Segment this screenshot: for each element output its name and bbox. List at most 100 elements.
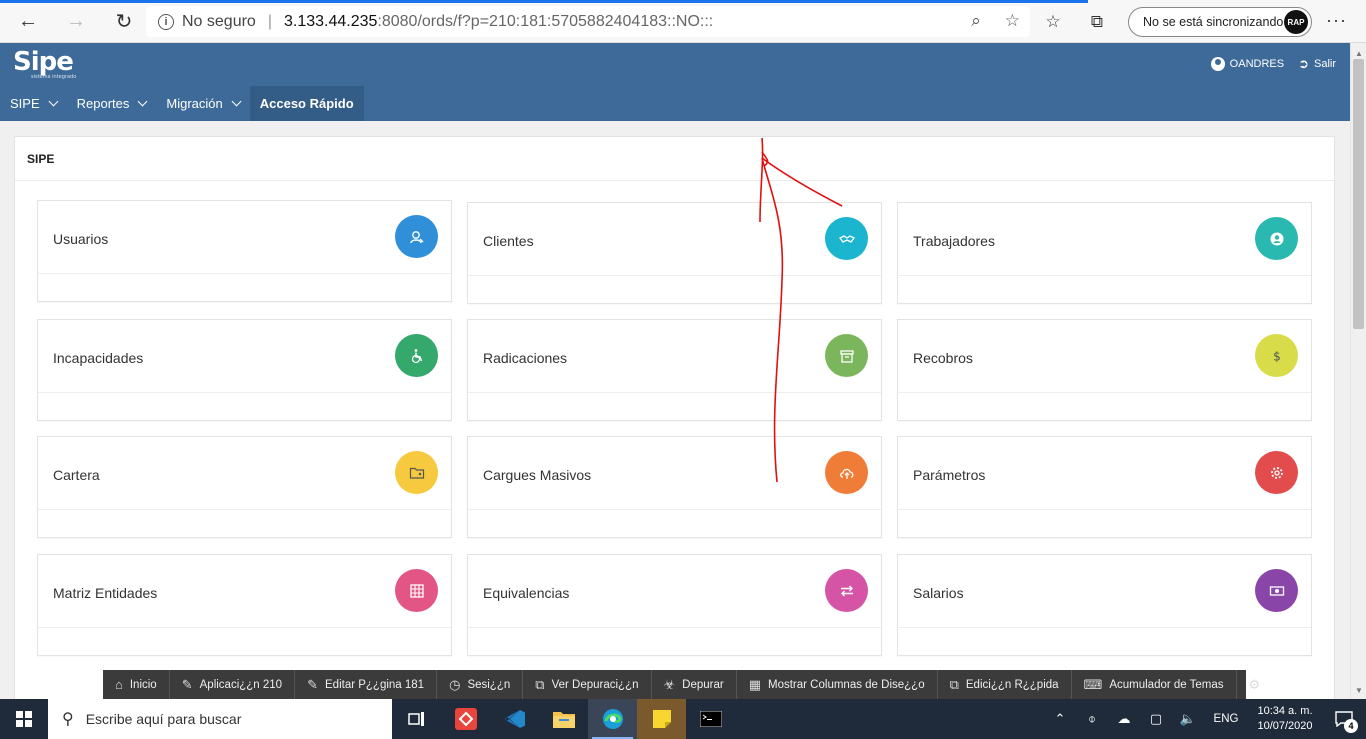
card-label: Clientes	[483, 233, 534, 249]
developer-toolbar: ⌂ Inicio ✎ Aplicaci¿¿n 210 ✎ Editar P¿¿gina 1…	[103, 670, 1260, 699]
dev-edit-button[interactable]: ✎ Aplicaci¿¿n 210	[170, 670, 296, 699]
dev-home-button[interactable]: ⌂ Inicio	[103, 670, 170, 699]
card-label: Parámetros	[913, 467, 986, 483]
security-label: No seguro	[182, 12, 256, 30]
card-footer	[898, 509, 1311, 510]
cloud-upload-icon	[825, 451, 868, 494]
dev-debug-view-button[interactable]: ⧉ Ver Depuraci¿¿n	[523, 670, 652, 699]
zoom-icon[interactable]: ⌕	[971, 11, 981, 31]
forward-icon[interactable]: →	[59, 4, 93, 38]
language-indicator[interactable]: ENG	[1204, 713, 1248, 725]
menu-migracion[interactable]: Migración	[156, 86, 249, 121]
svg-text:$: $	[1273, 349, 1281, 363]
home-icon: ⌂	[115, 677, 123, 692]
card-salarios[interactable]: Salarios	[897, 554, 1312, 656]
card-incapacidades[interactable]: Incapacidades	[37, 319, 452, 421]
notification-center-icon[interactable]: 4	[1322, 699, 1366, 739]
dev-paint-roller-button[interactable]: ⌨ Acumulador de Temas	[1072, 670, 1237, 699]
app-header: Sipe sistema integrado OANDRES ➲ Salir S…	[0, 43, 1350, 121]
scroll-down-icon[interactable]: ▼	[1355, 686, 1363, 695]
dev-edit-page-button[interactable]: ✎ Editar P¿¿gina 181	[295, 670, 438, 699]
volume-icon[interactable]: 🔈	[1172, 711, 1204, 727]
card-label: Trabajadores	[913, 233, 995, 249]
url-rest: :8080/ords/f?p=210:181:5705882404183::NO…	[377, 12, 714, 30]
card-recobros[interactable]: Recobros $	[897, 319, 1312, 421]
card-cartera[interactable]: Cartera	[37, 436, 452, 538]
menu-acceso-rapido[interactable]: Acceso Rápido	[249, 86, 364, 121]
wheelchair-icon	[395, 334, 438, 377]
dev-settings-button[interactable]: ⚙	[1237, 670, 1273, 699]
user-menu[interactable]: OANDRES	[1210, 57, 1284, 71]
sticky-notes-icon[interactable]	[637, 699, 686, 739]
address-separator: |	[267, 12, 272, 30]
region-title: SIPE	[27, 152, 55, 166]
card-footer	[468, 275, 881, 276]
file-explorer-icon[interactable]	[539, 699, 588, 739]
clock-icon: ◷	[449, 676, 461, 692]
tray-expand-icon[interactable]: ⌃	[1044, 711, 1076, 727]
notification-badge: 4	[1344, 719, 1358, 733]
terminal-icon[interactable]	[686, 699, 735, 739]
dev-quick-edit-button[interactable]: ⧉ Edici¿¿n R¿¿pida	[938, 670, 1072, 699]
dev-bug-button[interactable]: ☣ Depurar	[652, 670, 737, 699]
edge-browser-icon[interactable]	[588, 699, 637, 739]
favorites-list-icon[interactable]: ☆	[1040, 12, 1066, 32]
network-icon[interactable]: ▢	[1140, 711, 1172, 727]
chevron-down-icon	[231, 96, 242, 107]
card-footer	[898, 275, 1311, 276]
clock-date: 10/07/2020	[1257, 720, 1313, 732]
scroll-up-icon[interactable]: ▲	[1355, 49, 1363, 58]
clock[interactable]: 10:34 a. m. 10/07/2020	[1248, 704, 1322, 734]
card-clientes[interactable]: Clientes	[467, 202, 882, 304]
card-footer	[468, 392, 881, 393]
sync-button[interactable]: No se está sincronizando RAP	[1128, 7, 1312, 37]
loading-bar	[0, 0, 1088, 3]
card-label: Equivalencias	[483, 585, 570, 601]
card-label: Usuarios	[53, 231, 109, 247]
info-icon[interactable]: i	[158, 13, 174, 30]
card-trabajadores[interactable]: Trabajadores	[897, 202, 1312, 304]
menu-label: Reportes	[76, 96, 130, 111]
handshake-icon	[825, 217, 868, 260]
collections-icon[interactable]: ⧉	[1084, 12, 1110, 32]
logo-text: Sipe	[13, 47, 74, 77]
cloud-sync-icon[interactable]: ☁	[1108, 711, 1140, 727]
logout-button[interactable]: ➲ Salir	[1298, 56, 1336, 72]
grid-icon	[395, 569, 438, 612]
card-cargues-masivos[interactable]: Cargues Masivos	[467, 436, 882, 538]
vscode-icon[interactable]	[490, 699, 539, 739]
card-label: Radicaciones	[483, 350, 568, 366]
card-label: Incapacidades	[53, 350, 144, 366]
network-devices-icon[interactable]: ⌽	[1076, 711, 1108, 727]
user-icon	[1210, 57, 1225, 71]
dev-grid-columns-button[interactable]: ▦ Mostrar Columnas de Dise¿¿o	[737, 670, 938, 699]
more-menu-icon[interactable]: ···	[1326, 10, 1347, 31]
task-view-icon[interactable]	[392, 699, 441, 739]
app-logo[interactable]: Sipe sistema integrado	[13, 47, 76, 80]
url-host: 3.133.44.235	[283, 12, 378, 30]
back-icon[interactable]: ←	[11, 4, 45, 38]
favorite-star-icon[interactable]: ☆	[1005, 11, 1020, 31]
page-scrollbar[interactable]: ▲ ▼	[1350, 43, 1366, 699]
card-equivalencias[interactable]: Equivalencias	[467, 554, 882, 656]
menu-sipe[interactable]: SIPE	[0, 86, 67, 121]
scroll-thumb[interactable]	[1353, 59, 1364, 329]
card-usuarios[interactable]: Usuarios	[37, 200, 452, 302]
menu-reportes[interactable]: Reportes	[67, 86, 157, 121]
region-divider	[15, 180, 1334, 181]
start-button[interactable]	[0, 699, 48, 739]
user-search-icon	[395, 215, 438, 258]
card-footer	[38, 627, 451, 628]
dev-clock-button[interactable]: ◷ Sesi¿¿n	[437, 670, 524, 699]
refresh-icon[interactable]: ↻	[107, 4, 141, 38]
taskbar-search[interactable]: ⚲ Escribe aquí para buscar	[48, 699, 392, 739]
card-footer	[468, 509, 881, 510]
paint-roller-icon: ⌨	[1083, 676, 1103, 692]
card-matriz-entidades[interactable]: Matriz Entidades	[37, 554, 452, 656]
card-label: Recobros	[913, 350, 973, 366]
card-radicaciones[interactable]: Radicaciones	[467, 319, 882, 421]
card-parametros[interactable]: Parámetros	[897, 436, 1312, 538]
anydesk-icon[interactable]	[441, 699, 490, 739]
address-bar[interactable]: i No seguro | 3.133.44.235:8080/ords/f?p…	[146, 6, 1030, 37]
dollar-icon: $	[1255, 334, 1298, 377]
